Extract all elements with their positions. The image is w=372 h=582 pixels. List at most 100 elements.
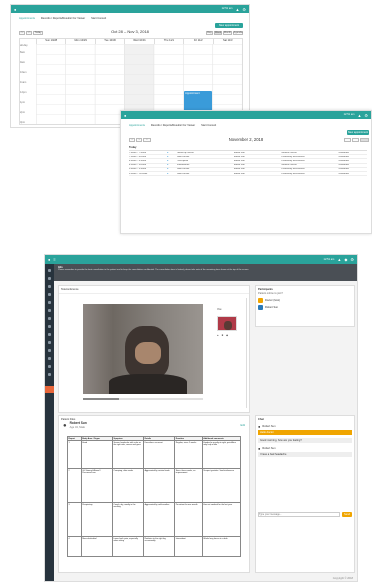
mic-icon[interactable]: ●	[217, 334, 219, 337]
row-time: 7:30am – 8:00am	[129, 155, 147, 158]
view-week[interactable]	[352, 138, 359, 142]
nav-icon-home[interactable]	[48, 269, 51, 272]
nav-icon-consult[interactable]	[48, 293, 51, 296]
symptom-table: Report Body Area / Organ Symptom Details…	[67, 436, 242, 557]
agenda-list: Today 7:00am – 7:30am ● Follow-up consul…	[129, 146, 367, 177]
agenda-tabs: Appointments Records / Reports/Results/ …	[129, 124, 216, 127]
chat-message: Good morning, how are you feeling?	[258, 438, 352, 444]
notification-icon[interactable]: ◆	[344, 257, 347, 262]
row-type: Preliminary assessment	[281, 168, 305, 171]
tab-appointments[interactable]: Appointments	[129, 124, 145, 127]
participant-item[interactable]: Robert Sun	[258, 305, 352, 311]
row-status: Scheduled	[338, 172, 349, 175]
participant-item[interactable]: Doctor (host)	[258, 298, 352, 304]
settings-icon[interactable]: ⚙	[242, 7, 246, 12]
row-time: 8:00am – 8:30am	[129, 159, 147, 162]
chat-input-row: Send	[258, 512, 352, 517]
row-time: 9:00am – 9:30am	[129, 168, 147, 171]
table-cell: GI: Stomach/Bowel / Pancreas/Liver	[80, 468, 113, 503]
self-video[interactable]	[217, 316, 237, 331]
chat-bubble: I have a bad headache	[258, 452, 352, 458]
time-label: 10am	[20, 71, 27, 74]
user-icon: ●	[258, 424, 261, 430]
table-cell: Aggravated by certain foods	[143, 468, 176, 503]
status-time: 12:51 am	[323, 257, 335, 261]
self-view-label: You	[217, 308, 222, 311]
video-panel: Teleconference You ● ■ ◆	[58, 285, 250, 413]
time-label: 12pm	[20, 91, 27, 94]
camera-icon[interactable]: ■	[222, 334, 224, 337]
remote-video[interactable]	[83, 304, 203, 394]
video-controls: ● ■ ◆	[217, 334, 228, 337]
chat-message: ● Robert Sun Hello doctor	[258, 424, 352, 436]
patient-sub: Age 43, Male	[69, 425, 85, 429]
tab-appointments[interactable]: Appointments	[19, 17, 35, 20]
table-cell: 1	[67, 440, 82, 469]
edit-link[interactable]: Edit	[241, 424, 245, 427]
agenda-row[interactable]: 9:30am – 10:00am ● Initial consult Rober…	[129, 172, 367, 177]
chat-message: ● Robert Sun I have a bad headache	[258, 446, 352, 458]
nav-icon-records[interactable]	[48, 285, 51, 288]
view-day[interactable]: Day	[206, 31, 213, 35]
nav-icon-docs[interactable]	[48, 349, 51, 352]
row-who: Robert Sun	[233, 164, 245, 167]
video-progress[interactable]	[83, 398, 203, 400]
agenda-date-title: November 2, 2018	[228, 137, 264, 142]
nav-icon-reports[interactable]	[48, 317, 51, 320]
patient-avatar-icon: ●	[63, 422, 67, 429]
dot-icon: ●	[167, 151, 169, 154]
settings-icon[interactable]: ⚙	[350, 257, 354, 262]
nav-icon-billing[interactable]	[48, 341, 51, 344]
video-scrollbar[interactable]	[245, 298, 247, 408]
time-labels: all-day 8am 9am 10am 11am 12pm 1pm 2pm 3…	[20, 44, 36, 124]
row-who: Robert Sun	[233, 168, 245, 171]
participant-avatar	[258, 305, 263, 311]
view-week[interactable]: Week	[214, 31, 222, 35]
symptom-table-wrap: Report Body Area / Organ Symptom Details…	[67, 436, 242, 557]
nav-icon-stats[interactable]	[48, 357, 51, 360]
view-month[interactable]: Month	[223, 31, 232, 35]
footer-copyright: Copyright © 2018	[332, 576, 353, 580]
table-cell: 2	[67, 468, 82, 503]
table-cell: Has not smoked for the last year	[201, 502, 242, 537]
tab-records[interactable]: Records / Reports/Results/ For Viewer	[41, 17, 85, 20]
tab-records[interactable]: Records / Reports/Results/ For Viewer	[151, 124, 195, 127]
view-agenda[interactable]	[360, 138, 369, 142]
table-row: 4 Musculoskeletal Lower back pain, espec…	[67, 536, 242, 557]
new-appointment-button[interactable]: New appointment	[347, 130, 369, 135]
nav-icon-settings[interactable]	[48, 325, 51, 328]
week-tabs: Appointments Records / Reports/Results/ …	[19, 17, 106, 20]
nav-item-active[interactable]	[45, 386, 54, 393]
new-appointment-button[interactable]: New appointment	[215, 23, 243, 28]
hangup-icon[interactable]: ◆	[226, 334, 228, 337]
nav-icon-logout[interactable]	[48, 373, 51, 376]
nav-icon-help[interactable]	[48, 333, 51, 336]
nav-icon-team[interactable]	[48, 365, 51, 368]
nav-icon-patients[interactable]	[48, 309, 51, 312]
app-logo-icon: ●	[124, 112, 127, 118]
chat-panel: Chat ● Robert Sun Hello doctor Good morn…	[255, 415, 355, 573]
self-video-person	[224, 321, 232, 330]
view-agenda[interactable]: Agenda	[233, 31, 243, 35]
participants-question: Patient online to join?	[258, 292, 283, 296]
patient-file-panel: Patient Files ● Robert Sun Age 43, Male …	[58, 415, 250, 573]
participant-name: Doctor (host)	[265, 299, 280, 303]
view-switcher: Day Week Month Agenda	[206, 31, 243, 35]
wifi-icon: ▲	[357, 112, 362, 118]
send-button[interactable]: Send	[342, 512, 352, 517]
settings-icon[interactable]: ⚙	[364, 113, 368, 118]
nav-icon-calendar[interactable]	[48, 277, 51, 280]
video-progress-fill	[83, 398, 119, 400]
menu-icon[interactable]: ≡	[53, 257, 55, 262]
table-cell: Lower back pain, especially when sitting	[111, 536, 145, 557]
nav-icon-messages[interactable]	[48, 301, 51, 304]
status-time: 12:51 am	[343, 113, 355, 117]
table-cell: Suspect gastritis / food intolerance	[201, 468, 242, 503]
view-day[interactable]	[344, 138, 351, 142]
table-cell: 3	[67, 502, 82, 537]
chat-input[interactable]	[258, 512, 340, 517]
participant-name: Robert Sun	[265, 306, 279, 310]
tab-start-consult[interactable]: Start Consult	[91, 17, 106, 20]
tab-start-consult[interactable]: Start Consult	[201, 124, 216, 127]
row-type: General consult	[281, 164, 297, 167]
